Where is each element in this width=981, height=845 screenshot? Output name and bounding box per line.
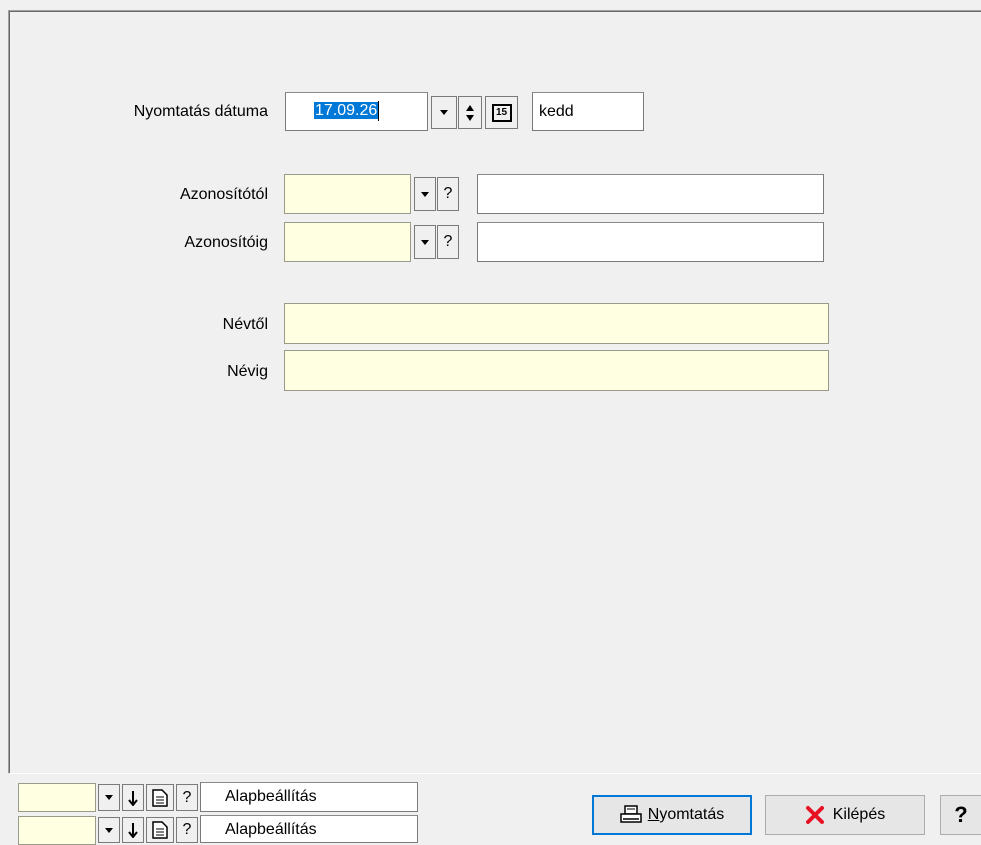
text-cursor <box>378 101 380 121</box>
id-to-description <box>477 222 824 262</box>
exit-button-label: Kilépés <box>832 806 886 823</box>
preset-load-button-1[interactable] <box>122 784 144 811</box>
day-name-field: kedd <box>532 92 644 131</box>
print-label-rest: yomtatás <box>659 806 725 823</box>
name-from-input[interactable] <box>284 303 829 344</box>
arrow-down-icon <box>128 790 138 806</box>
calendar-button[interactable]: 15 <box>485 96 518 129</box>
calendar-icon-text: 15 <box>495 106 508 118</box>
preset-dropdown-button-2[interactable] <box>98 817 120 843</box>
print-mnemonic: N <box>647 806 660 823</box>
preset-save-button-1[interactable] <box>146 784 174 811</box>
chevron-down-icon <box>105 795 113 800</box>
id-to-dropdown-button[interactable] <box>414 225 436 259</box>
name-to-input[interactable] <box>284 350 829 391</box>
preset-code-input-1[interactable] <box>18 783 96 812</box>
question-icon: ? <box>443 233 453 250</box>
preset-name-field-2: Alapbeállítás <box>200 815 418 843</box>
preset-name-field-1: Alapbeállítás <box>200 782 418 812</box>
print-date-input[interactable]: 17.09.26 <box>285 92 428 131</box>
print-button[interactable]: Nyomtatás <box>592 795 752 835</box>
id-from-label: Azonosítótól <box>179 186 268 203</box>
question-icon: ? <box>182 821 192 838</box>
id-to-help-button[interactable]: ? <box>437 225 459 259</box>
chevron-down-icon <box>105 827 113 833</box>
printer-icon <box>620 805 642 823</box>
name-from-label: Névtől <box>222 316 268 333</box>
preset-load-button-2[interactable] <box>122 817 144 843</box>
question-icon: ? <box>443 185 453 202</box>
calendar-icon: 15 <box>491 103 512 122</box>
preset-code-input-2[interactable] <box>18 816 96 845</box>
id-from-dropdown-button[interactable] <box>414 177 436 211</box>
id-from-input[interactable] <box>284 174 411 214</box>
chevron-down-icon <box>421 191 429 197</box>
help-button[interactable]: ? <box>940 795 981 835</box>
id-from-description <box>477 174 824 214</box>
preset-help-button-2[interactable]: ? <box>176 817 198 843</box>
preset-dropdown-button-1[interactable] <box>98 784 120 811</box>
chevron-down-icon <box>440 110 448 115</box>
help-icon: ? <box>954 802 968 827</box>
close-icon <box>805 806 824 824</box>
id-to-label: Azonosítóig <box>184 234 268 251</box>
spin-arrows-icon <box>466 104 474 121</box>
exit-button[interactable]: Kilépés <box>765 795 925 835</box>
print-date-label: Nyomtatás dátuma <box>133 103 268 120</box>
print-date-spinner[interactable] <box>458 96 482 129</box>
question-icon: ? <box>182 788 192 806</box>
print-date-value: 17.09.26 <box>314 102 379 119</box>
id-from-help-button[interactable]: ? <box>437 177 459 211</box>
document-icon <box>152 821 168 839</box>
print-date-dropdown-button[interactable] <box>431 96 457 129</box>
chevron-down-icon <box>421 239 429 245</box>
id-to-input[interactable] <box>284 222 411 262</box>
name-to-label: Névig <box>227 363 268 380</box>
document-icon <box>152 788 168 807</box>
preset-help-button-1[interactable]: ? <box>176 784 198 811</box>
arrow-down-icon <box>128 823 138 838</box>
print-button-label: Nyomtatás <box>648 806 724 824</box>
preset-save-button-2[interactable] <box>146 817 174 843</box>
